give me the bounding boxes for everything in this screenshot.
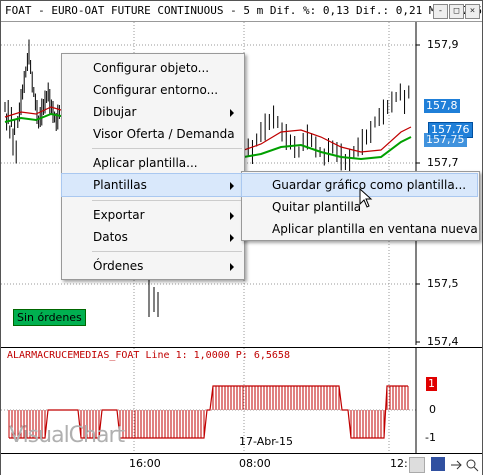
price-label: 157,5: [427, 277, 459, 290]
menu-item-label: Datos: [93, 230, 128, 244]
chevron-right-icon: [230, 212, 234, 220]
submenu-item-aplicar-ventana-nueva[interactable]: Aplicar plantilla en ventana nueva ...: [242, 218, 483, 240]
current-price-tag: 157,8: [424, 99, 460, 113]
menu-separator: [92, 148, 242, 149]
window-title: FOAT - EURO-OAT FUTURE CONTINUOUS - 5 m …: [5, 4, 482, 17]
chevron-right-icon: [230, 109, 234, 117]
chevron-right-icon: [230, 263, 234, 271]
link-icon[interactable]: [449, 457, 463, 471]
watermark-logo: VisualChart: [9, 423, 125, 448]
price-label: 157,9: [427, 38, 459, 51]
maximize-button[interactable]: □: [449, 4, 464, 19]
oscillator-value-tag: 1: [426, 377, 437, 391]
oscillator-title: ALARMACRUCEMEDIAS_FOAT Line 1: 1,0000 P:…: [7, 350, 290, 361]
menu-item-configurar-objeto[interactable]: Configurar objeto...: [62, 57, 242, 79]
oscillator-label: 0: [429, 403, 436, 416]
menu-item-aplicar-plantilla[interactable]: Aplicar plantilla...: [62, 152, 242, 174]
oscillator-label: -1: [425, 431, 436, 444]
menu-item-datos[interactable]: Datos: [62, 226, 242, 248]
menu-item-dibujar[interactable]: Dibujar: [62, 101, 242, 123]
title-bar: FOAT - EURO-OAT FUTURE CONTINUOUS - 5 m …: [1, 1, 482, 22]
menu-item-ordenes[interactable]: Órdenes: [62, 255, 242, 277]
menu-item-label: Dibujar: [93, 105, 137, 119]
scroll-right-icon[interactable]: [409, 457, 425, 473]
average-price-tag-2: 157,75: [424, 133, 467, 147]
minimize-button[interactable]: -: [433, 4, 448, 19]
date-label: 17-Abr-15: [239, 435, 294, 448]
status-badge[interactable]: Sin órdenes: [13, 309, 86, 326]
menu-separator: [92, 200, 242, 201]
chevron-right-icon: [230, 234, 234, 242]
price-label: 157,7: [427, 156, 459, 169]
save-icon[interactable]: [431, 457, 445, 471]
oscillator-panel[interactable]: ALARMACRUCEMEDIAS_FOAT Line 1: 1,0000 P:…: [1, 347, 482, 454]
time-axis: 16:00 08:00 12:: [1, 453, 482, 475]
time-label: 08:00: [239, 457, 271, 470]
menu-item-visor-oferta[interactable]: Visor Oferta / Demanda: [62, 123, 242, 145]
close-button[interactable]: ×: [465, 4, 480, 19]
zoom-icon[interactable]: [465, 457, 479, 472]
time-label: 12:: [390, 457, 408, 470]
chevron-right-icon: [230, 182, 234, 190]
menu-item-label: Plantillas: [93, 178, 147, 192]
menu-item-label: Órdenes: [93, 259, 144, 273]
menu-item-configurar-entorno[interactable]: Configurar entorno...: [62, 79, 242, 101]
mouse-cursor-icon: [359, 188, 373, 208]
menu-item-plantillas[interactable]: Plantillas: [61, 173, 243, 197]
time-label: 16:00: [129, 457, 161, 470]
context-menu: Configurar objeto... Configurar entorno.…: [61, 53, 245, 280]
menu-separator: [92, 251, 242, 252]
menu-item-exportar[interactable]: Exportar: [62, 204, 242, 226]
menu-item-label: Exportar: [93, 208, 145, 222]
